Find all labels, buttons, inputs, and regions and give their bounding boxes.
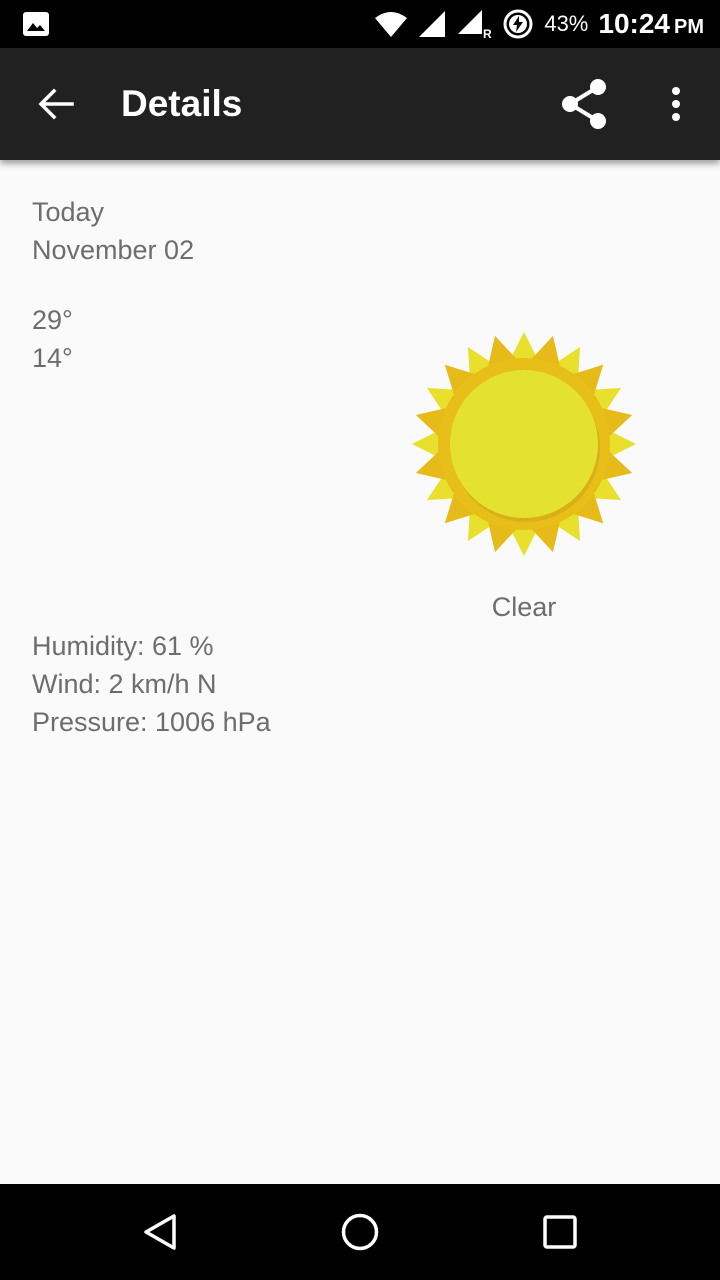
signal-roaming-icon: R (458, 10, 492, 39)
date-label: November 02 (32, 235, 195, 265)
more-options-button[interactable] (652, 74, 700, 134)
svg-text:R: R (483, 27, 492, 39)
low-temperature: 14° (32, 343, 73, 373)
clock-time: 10:24 (598, 8, 670, 39)
details-content: Today November 02 29° 14° Clear Humidity… (0, 160, 720, 1184)
nav-home-button[interactable] (328, 1202, 392, 1262)
page-title: Details (121, 83, 243, 124)
wifi-icon (375, 12, 408, 37)
home-circle-icon (341, 1213, 379, 1251)
back-button[interactable] (28, 76, 84, 132)
signal-icon (419, 11, 446, 37)
status-icons: R 43% 10:24 PM (374, 0, 704, 48)
status-bar: R 43% 10:24 PM (0, 0, 720, 48)
share-button[interactable] (552, 74, 616, 134)
pressure-label: Pressure: 1006 hPa (32, 707, 271, 737)
navigation-bar (0, 1184, 720, 1280)
recents-square-icon (543, 1215, 577, 1249)
back-arrow-icon (38, 88, 74, 120)
wind-label: Wind: 2 km/h N (32, 669, 217, 699)
sun-icon (412, 332, 636, 556)
nav-recents-button[interactable] (528, 1202, 592, 1262)
clock: 10:24 PM (598, 8, 704, 40)
back-triangle-icon (144, 1214, 176, 1250)
humidity-label: Humidity: 61 % (32, 631, 214, 661)
nav-back-button[interactable] (128, 1202, 192, 1262)
condition-label: Clear (491, 592, 557, 622)
day-label: Today (32, 197, 105, 227)
app-bar: Details (0, 48, 720, 160)
image-icon (23, 12, 49, 36)
battery-charging-icon (503, 9, 533, 39)
share-icon (562, 79, 606, 129)
clock-ampm: PM (674, 16, 704, 38)
battery-percent: 43% (544, 11, 589, 36)
high-temperature: 29° (32, 305, 73, 335)
more-vert-icon (672, 87, 680, 121)
